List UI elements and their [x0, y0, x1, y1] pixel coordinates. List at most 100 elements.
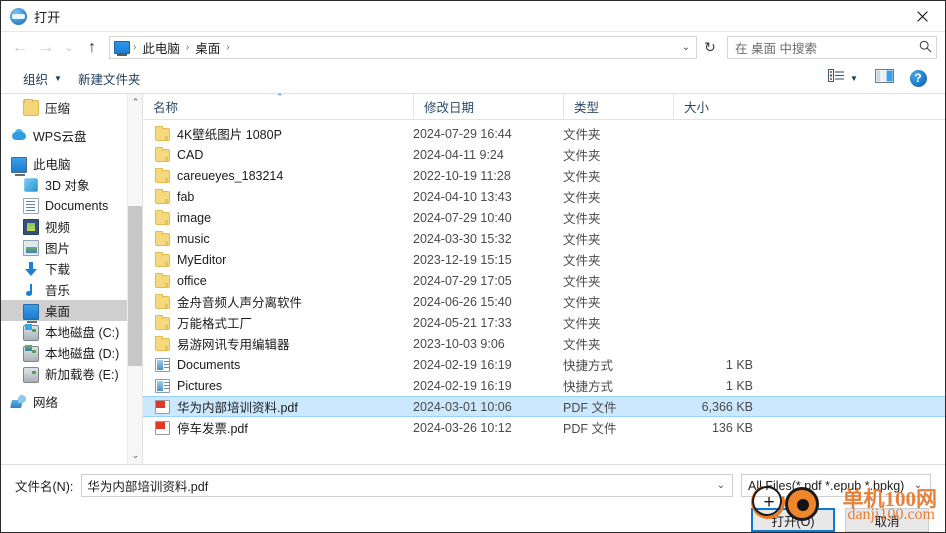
column-header-date[interactable]: 修改日期: [413, 93, 563, 120]
table-row[interactable]: 易游网讯专用编辑器 2023-10-03 9:06 文件夹: [143, 333, 945, 354]
chevron-down-icon: ⌄: [913, 480, 923, 491]
window-title: 打开: [34, 9, 61, 25]
file-type-value: All Files(*.pdf *.epub *.bpkg): [748, 478, 905, 493]
cell-type: 文件夹: [563, 275, 601, 289]
cell-type: 文件夹: [563, 212, 601, 226]
cell-name: 万能格式工厂: [143, 313, 413, 332]
sidebar-item-13[interactable]: 网络: [1, 391, 142, 412]
table-row[interactable]: 华为内部培训资料.pdf 2024-03-01 10:06 PDF 文件 6,366 …: [143, 396, 945, 417]
sidebar-item-0[interactable]: 压缩: [1, 97, 142, 118]
cell-date: 2024-02-19 16:19: [413, 378, 512, 393]
sidebar-item-8[interactable]: 音乐: [1, 279, 142, 300]
file-name: fab: [177, 189, 195, 204]
column-header-size[interactable]: 大小: [673, 93, 753, 120]
search-input[interactable]: 在 桌面 中搜索: [727, 36, 937, 59]
organize-button[interactable]: 组织 ▼: [15, 66, 70, 91]
search-icon: [919, 40, 932, 56]
sidebar-item-5[interactable]: 视频: [1, 216, 142, 237]
table-row[interactable]: 万能格式工厂 2024-05-21 17:33 文件夹: [143, 312, 945, 333]
chevron-down-icon[interactable]: ⌄: [712, 480, 730, 491]
table-row[interactable]: CAD 2024-04-11 9:24 文件夹: [143, 144, 945, 165]
file-name: music: [177, 231, 210, 246]
scrollbar-thumb[interactable]: [128, 206, 142, 366]
folder-icon: [155, 273, 170, 288]
cell-date: 2023-10-03 9:06: [413, 336, 505, 351]
help-button[interactable]: ?: [903, 66, 933, 90]
column-label: 类型: [574, 101, 600, 115]
table-row[interactable]: image 2024-07-29 10:40 文件夹: [143, 207, 945, 228]
cell-name: office: [143, 273, 413, 288]
shortcut-icon: [155, 379, 170, 393]
up-arrow-icon[interactable]: ↑: [79, 35, 105, 61]
table-row[interactable]: MyEditor 2023-12-19 15:15 文件夹: [143, 249, 945, 270]
sidebar-item-2[interactable]: 此电脑: [1, 153, 142, 176]
cell-type: 文件夹: [563, 254, 601, 268]
sidebar-item-6[interactable]: 图片: [1, 237, 142, 258]
address-bar[interactable]: › 此电脑 › 桌面 › ⌄: [109, 36, 697, 59]
cell-name: Documents: [143, 357, 413, 372]
sidebar-item-9[interactable]: 桌面: [1, 300, 142, 323]
sidebar-item-11[interactable]: 本地磁盘 (D:): [1, 342, 142, 363]
table-row[interactable]: Pictures 2024-02-19 16:19 快捷方式 1 KB: [143, 375, 945, 396]
folder-icon: [155, 126, 170, 141]
folder-icon: [155, 252, 170, 267]
dialog-footer: 文件名(N): 华为内部培训资料.pdf ⌄ All Files(*.pdf *…: [1, 464, 945, 532]
file-name: Documents: [177, 357, 241, 372]
column-label: 修改日期: [424, 101, 475, 115]
sort-ascending-icon: ⌃: [276, 92, 284, 102]
refresh-icon[interactable]: ↻: [698, 36, 722, 59]
file-name: 4K壁纸图片 1080P: [177, 128, 282, 142]
close-icon[interactable]: [900, 1, 945, 31]
cell-date: 2024-04-10 13:43: [413, 189, 512, 204]
folder-icon: [155, 231, 170, 246]
filename-input[interactable]: 华为内部培训资料.pdf ⌄: [81, 474, 733, 497]
cell-name: 停车发票.pdf: [143, 418, 413, 437]
cancel-button[interactable]: 取消: [845, 508, 929, 532]
pictures-icon: [23, 239, 39, 256]
folder-icon: [155, 168, 170, 183]
table-row[interactable]: Documents 2024-02-19 16:19 快捷方式 1 KB: [143, 354, 945, 375]
cell-type: 文件夹: [563, 170, 601, 184]
table-row[interactable]: fab 2024-04-10 13:43 文件夹: [143, 186, 945, 207]
cell-date: 2024-02-19 16:19: [413, 357, 512, 372]
sidebar-item-label: 新加载卷 (E:): [45, 368, 119, 382]
sidebar-item-3[interactable]: 3D 对象: [1, 174, 142, 195]
sidebar-item-4[interactable]: Documents: [1, 195, 142, 216]
table-row[interactable]: 4K壁纸图片 1080P 2024-07-29 16:44 文件夹: [143, 123, 945, 144]
sidebar-item-7[interactable]: 下载: [1, 258, 142, 279]
table-row[interactable]: music 2024-03-30 15:32 文件夹: [143, 228, 945, 249]
scroll-up-icon[interactable]: ⌃: [128, 94, 142, 111]
column-header-type[interactable]: 类型: [563, 93, 673, 120]
network-icon: [11, 394, 27, 410]
cell-size: 1 KB: [725, 378, 753, 393]
back-arrow-icon[interactable]: ←: [7, 35, 33, 61]
table-row[interactable]: office 2024-07-29 17:05 文件夹: [143, 270, 945, 291]
breadcrumb-desktop[interactable]: 桌面: [190, 37, 225, 58]
sidebar-item-label: Documents: [45, 198, 109, 213]
file-type-select[interactable]: All Files(*.pdf *.epub *.bpkg) ⌄: [741, 474, 931, 497]
sidebar-scrollbar[interactable]: ⌃ ⌄: [127, 94, 142, 464]
table-row[interactable]: 停车发票.pdf 2024-03-26 10:12 PDF 文件 136 KB: [143, 417, 945, 438]
new-folder-button[interactable]: 新建文件夹: [70, 66, 149, 91]
open-button[interactable]: 打开(O): [751, 508, 835, 532]
address-chevron-down-icon[interactable]: ⌄: [677, 37, 695, 58]
preview-pane-button[interactable]: [869, 66, 899, 90]
breadcrumb-this-pc[interactable]: 此电脑: [137, 37, 185, 58]
file-list-pane: 名称 修改日期 类型 大小 ⌃ 4K壁纸图片 1080P 2024-07-29 1…: [143, 92, 945, 464]
sidebar-item-12[interactable]: 新加载卷 (E:): [1, 363, 142, 384]
drive-c-icon: [23, 324, 39, 341]
cell-name: image: [143, 210, 413, 225]
sidebar-item-label: 视频: [45, 221, 71, 235]
scroll-down-icon[interactable]: ⌄: [128, 447, 142, 464]
forward-arrow-icon[interactable]: →: [33, 35, 59, 61]
chevron-down-icon: ▼: [850, 73, 858, 83]
sidebar-item-10[interactable]: 本地磁盘 (C:): [1, 321, 142, 342]
folder-icon: [155, 315, 170, 330]
view-options-button[interactable]: ▼: [821, 66, 865, 90]
table-row[interactable]: careueyes_183214 2022-10-19 11:28 文件夹: [143, 165, 945, 186]
file-name: careueyes_183214: [177, 168, 284, 183]
recent-locations-chevron-icon[interactable]: ⌄: [59, 35, 79, 61]
cell-date: 2024-03-26 10:12: [413, 420, 512, 435]
table-row[interactable]: 金舟音频人声分离软件 2024-06-26 15:40 文件夹: [143, 291, 945, 312]
sidebar-item-1[interactable]: WPS云盘: [1, 125, 142, 146]
